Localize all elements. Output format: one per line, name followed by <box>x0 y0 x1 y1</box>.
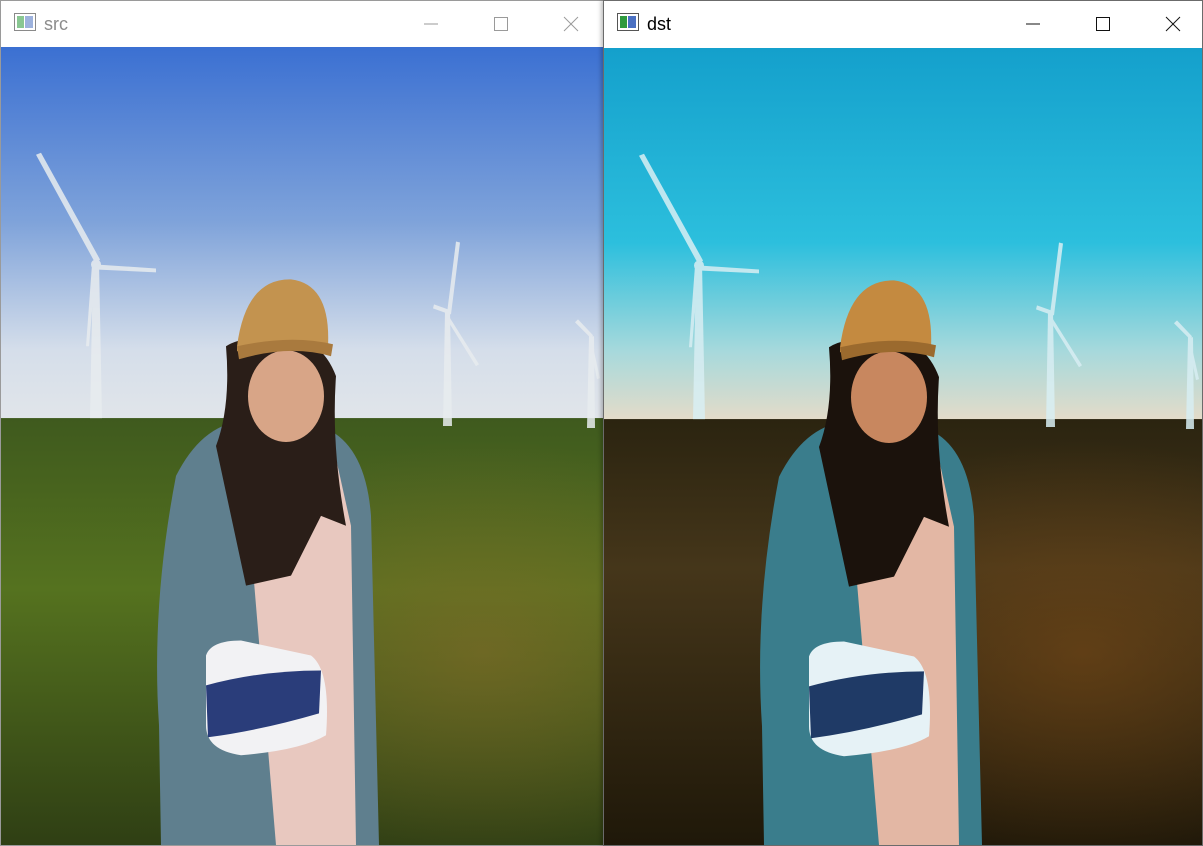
dst-window[interactable]: dst <box>603 0 1203 846</box>
close-icon <box>1165 16 1181 32</box>
maximize-button[interactable] <box>478 1 524 47</box>
close-icon <box>563 16 579 32</box>
minimize-button[interactable] <box>408 1 454 47</box>
maximize-icon <box>494 17 508 31</box>
window-title: dst <box>647 14 672 34</box>
src-image-area <box>1 47 603 845</box>
dst-image <box>604 48 1202 845</box>
window-title: src <box>44 14 68 34</box>
minimize-button[interactable] <box>1010 1 1056 47</box>
src-titlebar[interactable]: src <box>1 1 603 47</box>
maximize-button[interactable] <box>1080 1 1126 47</box>
app-window-icon <box>617 13 639 31</box>
close-button[interactable] <box>1150 1 1196 47</box>
close-button[interactable] <box>548 1 594 47</box>
app-window-icon <box>14 13 36 31</box>
dst-titlebar[interactable]: dst <box>604 1 1202 48</box>
dst-image-area <box>604 48 1202 845</box>
src-window[interactable]: src <box>0 0 604 846</box>
maximize-icon <box>1096 17 1110 31</box>
src-image <box>1 47 603 845</box>
minimize-icon <box>1026 23 1040 25</box>
minimize-icon <box>424 23 438 25</box>
